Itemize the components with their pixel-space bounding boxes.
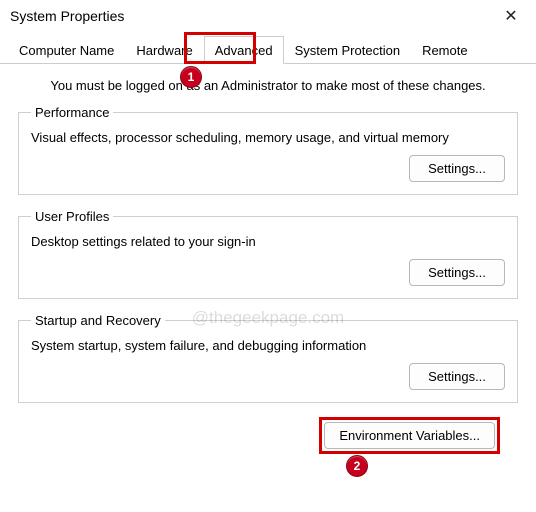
- group-user-profiles-legend: User Profiles: [31, 209, 113, 224]
- performance-settings-button[interactable]: Settings...: [409, 155, 505, 182]
- group-performance-desc: Visual effects, processor scheduling, me…: [31, 130, 505, 145]
- startup-settings-button[interactable]: Settings...: [409, 363, 505, 390]
- window-title: System Properties: [10, 8, 124, 24]
- tab-row: Computer Name Hardware Advanced System P…: [0, 36, 536, 64]
- environment-variables-button[interactable]: Environment Variables...: [324, 422, 495, 449]
- annotation-highlight-envvar: Environment Variables...: [319, 417, 500, 454]
- group-startup-desc: System startup, system failure, and debu…: [31, 338, 505, 353]
- group-performance: Performance Visual effects, processor sc…: [18, 105, 518, 195]
- user-profiles-settings-button[interactable]: Settings...: [409, 259, 505, 286]
- close-icon[interactable]: ✕: [496, 6, 526, 26]
- group-startup-recovery: Startup and Recovery System startup, sys…: [18, 313, 518, 403]
- admin-instruction: You must be logged on as an Administrato…: [18, 78, 518, 93]
- group-performance-legend: Performance: [31, 105, 113, 120]
- tab-computer-name[interactable]: Computer Name: [8, 36, 125, 63]
- group-user-profiles-desc: Desktop settings related to your sign-in: [31, 234, 505, 249]
- tab-hardware[interactable]: Hardware: [125, 36, 203, 63]
- tab-content: You must be logged on as an Administrato…: [0, 64, 536, 460]
- tab-system-protection[interactable]: System Protection: [284, 36, 412, 63]
- group-user-profiles: User Profiles Desktop settings related t…: [18, 209, 518, 299]
- tab-advanced[interactable]: Advanced: [204, 36, 284, 64]
- tab-remote[interactable]: Remote: [411, 36, 479, 63]
- titlebar: System Properties ✕: [0, 0, 536, 36]
- group-startup-legend: Startup and Recovery: [31, 313, 165, 328]
